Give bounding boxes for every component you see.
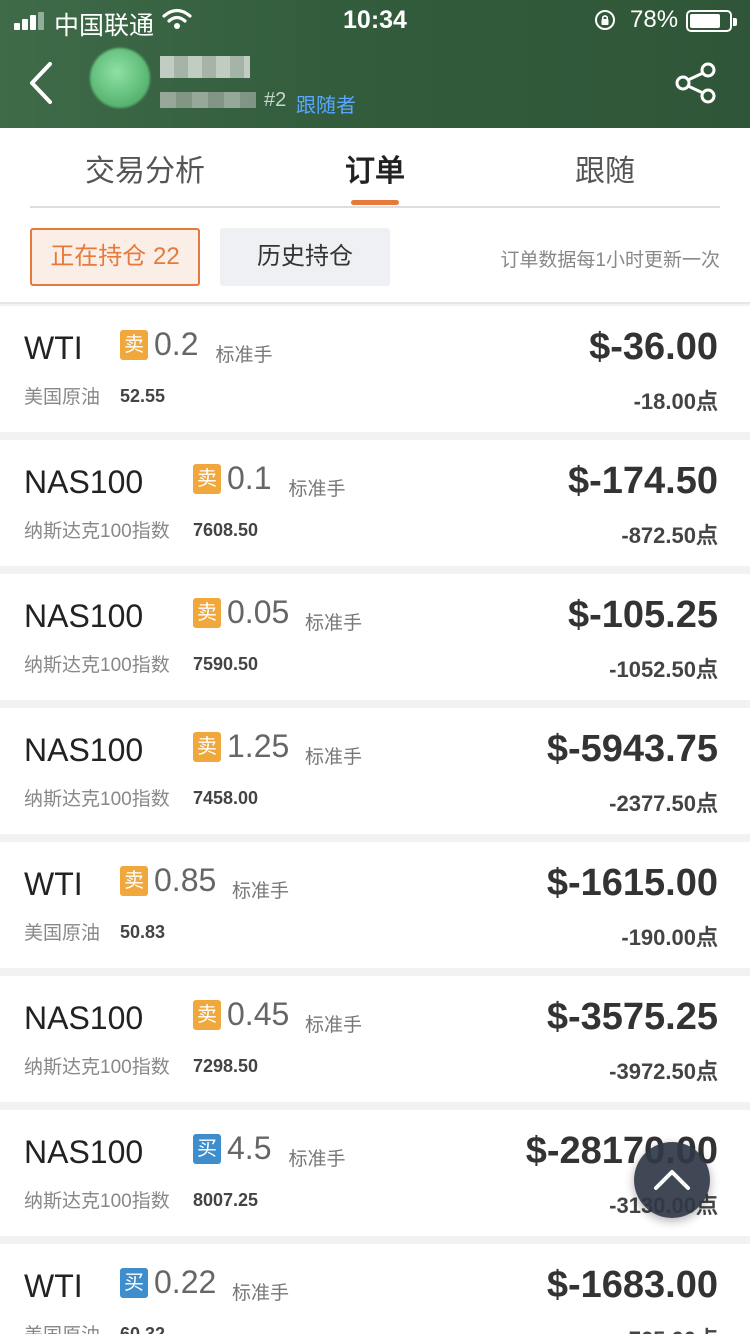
side-badge: 卖: [193, 598, 221, 628]
profit-points: -765.00点: [621, 1322, 718, 1334]
subtitle-blurred: [160, 92, 256, 108]
tab-bar: 交易分析 订单 跟随: [0, 128, 750, 208]
symbol-label: WTI: [24, 330, 83, 366]
lots-label: 0.05: [227, 594, 290, 630]
side-badge: 卖: [193, 464, 221, 494]
profit-amount: $-5943.75: [546, 728, 718, 770]
side-badge: 卖: [120, 866, 148, 896]
avatar[interactable]: [90, 48, 150, 108]
side-badge: 买: [193, 1134, 221, 1164]
unit-label: 标准手: [232, 881, 290, 902]
lots-label: 4.5: [227, 1130, 272, 1166]
instrument-name: 纳斯达克100指数: [24, 1191, 170, 1212]
instrument-name: 纳斯达克100指数: [24, 655, 170, 676]
symbol-label: NAS100: [24, 732, 144, 768]
lots-label: 0.2: [154, 326, 199, 362]
open-price: 7298.50: [193, 1056, 259, 1076]
symbol-label: NAS100: [24, 598, 144, 634]
instrument-name: 美国原油: [24, 923, 101, 944]
profit-points: -1052.50点: [609, 657, 718, 682]
lots-label: 0.1: [227, 460, 272, 496]
tab-orders[interactable]: 订单: [260, 146, 490, 190]
open-price: 60.32: [120, 1324, 166, 1334]
tab-trade-analysis[interactable]: 交易分析: [30, 146, 260, 190]
open-positions-button[interactable]: 正在持仓 22: [30, 228, 200, 286]
position-filter: 正在持仓 22 历史持仓 订单数据每1小时更新一次: [0, 208, 750, 304]
instrument-name: 纳斯达克100指数: [24, 789, 170, 810]
profit-amount: $-1615.00: [546, 862, 718, 904]
profit-amount: $-3575.25: [546, 996, 718, 1038]
tab-indicator: [351, 200, 399, 205]
username-blurred: [160, 56, 250, 78]
symbol-label: NAS100: [24, 1134, 144, 1170]
profit-points: -3972.50点: [609, 1059, 718, 1084]
profit-points: -190.00点: [621, 925, 718, 950]
profit-amount: $-1683.00: [546, 1264, 718, 1306]
unit-label: 标准手: [215, 345, 273, 366]
unit-label: 标准手: [305, 747, 363, 768]
tab-follow[interactable]: 跟随: [490, 146, 720, 190]
instrument-name: 美国原油: [24, 1320, 100, 1334]
rotation-lock-icon: [595, 10, 615, 30]
rank-label: #2: [264, 89, 287, 111]
order-row[interactable]: WTI 买 0.22 标准手 美国原油 60.32 $-1683.00 -765…: [0, 1244, 750, 1334]
order-row[interactable]: NAS100 卖 1.25 标准手 纳斯达克100指数 7458.00 $-59…: [0, 708, 750, 834]
scroll-top-button[interactable]: [634, 1142, 710, 1218]
lots-label: 1.25: [227, 728, 290, 764]
profit-points: -2377.50点: [609, 791, 718, 816]
instrument-name: 美国原油: [24, 387, 101, 408]
chevron-up-icon: [654, 1170, 690, 1190]
unit-label: 标准手: [305, 613, 363, 634]
side-badge: 卖: [193, 732, 221, 762]
open-price: 7458.00: [193, 788, 259, 808]
unit-label: 标准手: [288, 479, 346, 500]
open-price: 50.83: [120, 922, 166, 942]
symbol-label: WTI: [24, 866, 83, 902]
update-note: 订单数据每1小时更新一次: [500, 250, 720, 271]
unit-label: 标准手: [305, 1015, 363, 1036]
profit-points: -18.00点: [633, 389, 718, 414]
profit-amount: $-174.50: [567, 460, 718, 502]
open-price: 52.55: [120, 386, 166, 406]
side-badge: 卖: [120, 330, 148, 360]
order-row[interactable]: WTI 卖 0.85 标准手 美国原油 50.83 $-1615.00 -190…: [0, 842, 750, 968]
symbol-label: WTI: [24, 1268, 83, 1304]
status-bar: 中国联通 10:34 78%: [0, 0, 750, 40]
symbol-label: NAS100: [24, 464, 144, 500]
back-button[interactable]: [18, 56, 62, 110]
order-row[interactable]: NAS100 卖 0.45 标准手 纳斯达克100指数 7298.50 $-35…: [0, 976, 750, 1102]
profit-amount: $-105.25: [567, 594, 718, 636]
open-price: 7590.50: [193, 654, 259, 674]
side-badge: 卖: [193, 1000, 221, 1030]
battery-icon: [686, 10, 737, 32]
open-price: 7608.50: [193, 520, 259, 540]
symbol-label: NAS100: [24, 1000, 144, 1036]
order-row[interactable]: NAS100 卖 0.1 标准手 纳斯达克100指数 7608.50 $-174…: [0, 440, 750, 566]
lots-label: 0.45: [227, 996, 290, 1032]
share-button[interactable]: [674, 62, 718, 104]
order-row[interactable]: WTI 卖 0.2 标准手 美国原油 52.55 $-36.00 -18.00点: [0, 306, 750, 432]
app-header: 中国联通 10:34 78% #2 跟随者: [0, 0, 750, 128]
unit-label: 标准手: [288, 1149, 346, 1170]
instrument-name: 纳斯达克100指数: [24, 521, 170, 542]
profit-amount: $-36.00: [589, 326, 718, 368]
role-label: 跟随者: [296, 95, 356, 117]
open-price: 8007.25: [193, 1190, 259, 1210]
lots-label: 0.85: [154, 862, 217, 898]
lots-label: 0.22: [154, 1264, 217, 1300]
profit-points: -872.50点: [621, 523, 718, 548]
unit-label: 标准手: [232, 1283, 290, 1304]
instrument-name: 纳斯达克100指数: [24, 1057, 170, 1078]
order-row[interactable]: NAS100 卖 0.05 标准手 纳斯达克100指数 7590.50 $-10…: [0, 574, 750, 700]
battery-percent: 78%: [630, 6, 679, 33]
history-positions-button[interactable]: 历史持仓: [220, 228, 390, 286]
side-badge: 买: [120, 1268, 148, 1298]
